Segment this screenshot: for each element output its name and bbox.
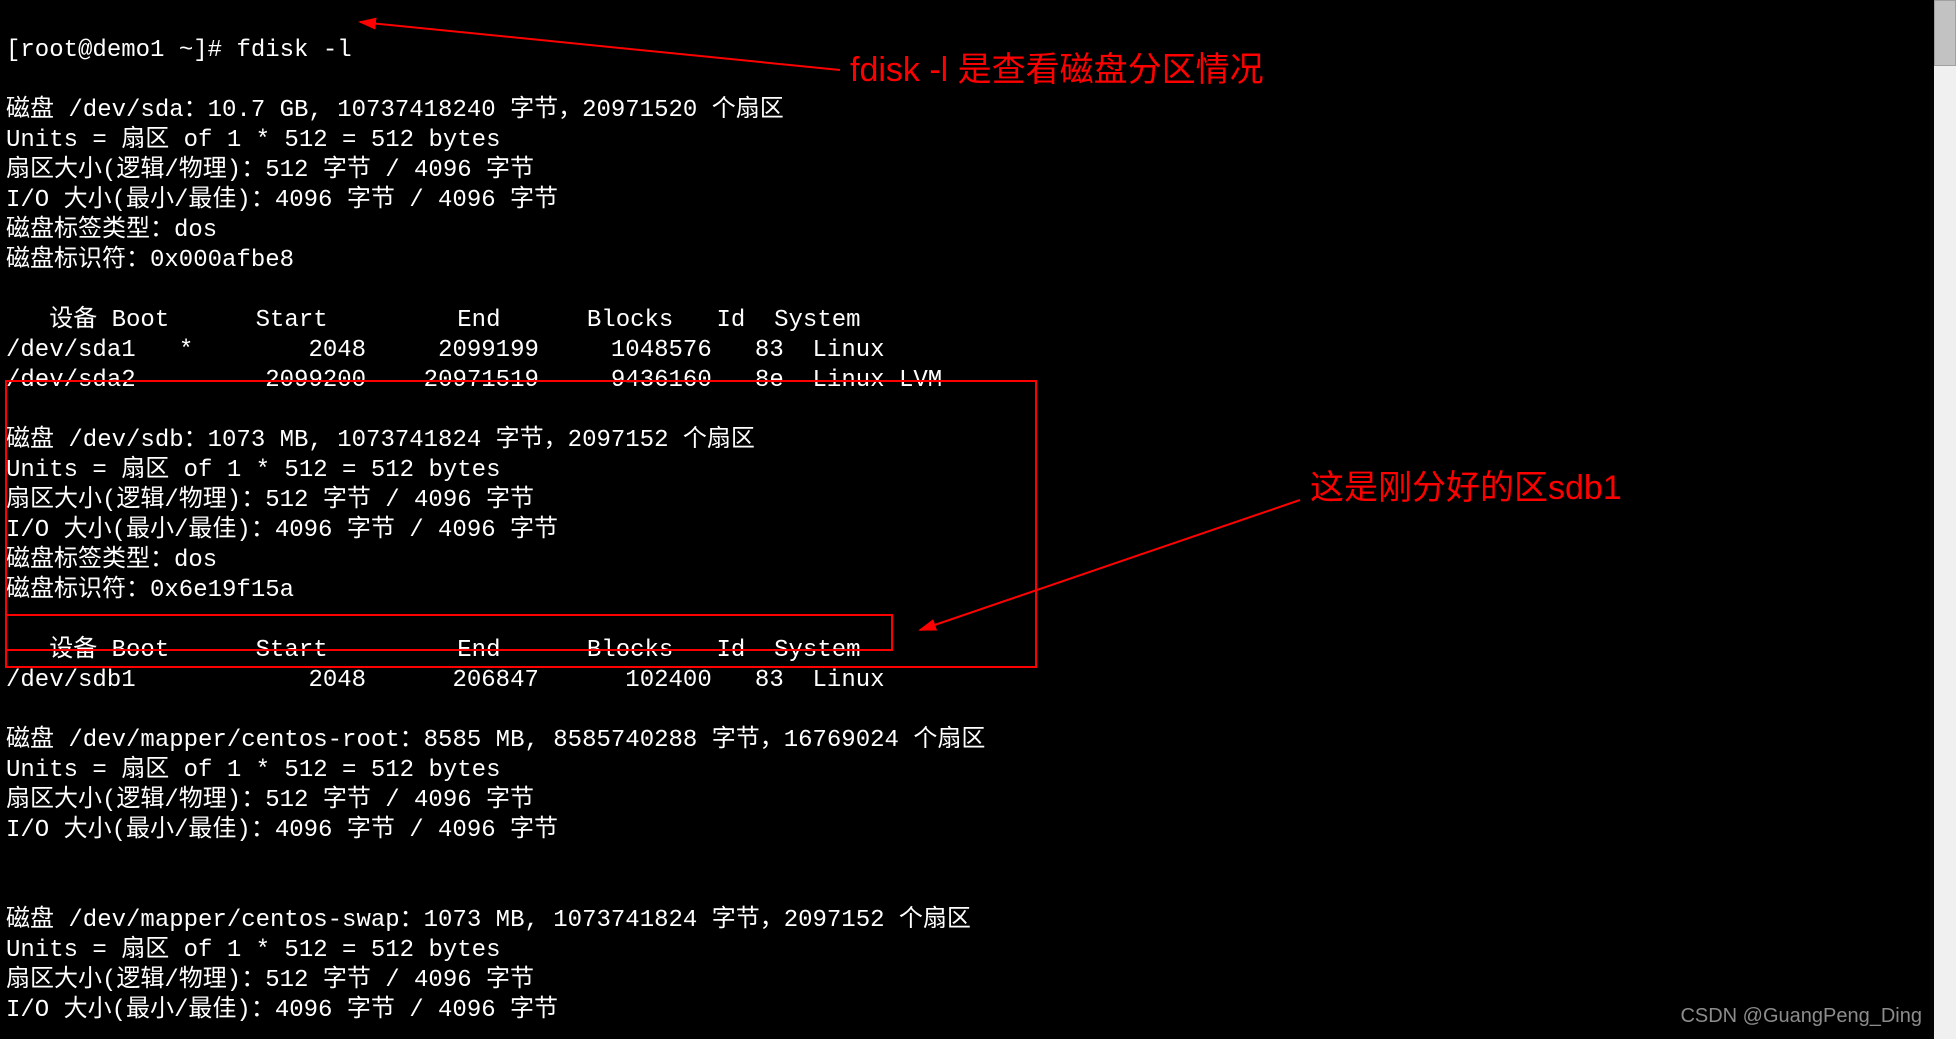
sda-disk-id: 磁盘标识符：0x000afbe8 [6,247,294,274]
mapper-root-header: 磁盘 /dev/mapper/centos-root：8585 MB, 8585… [6,727,985,754]
vertical-scrollbar[interactable] [1934,0,1956,1039]
annotation-text-2: 这是刚分好的区sdb1 [1310,468,1622,508]
mapper-swap-sector-size: 扇区大小(逻辑/物理)：512 字节 / 4096 字节 [6,967,534,994]
sda-row-1: /dev/sda1 * 2048 2099199 1048576 83 Linu… [6,337,885,364]
sda-disk-label: 磁盘标签类型：dos [6,217,217,244]
mapper-swap-header: 磁盘 /dev/mapper/centos-swap：1073 MB, 1073… [6,907,971,934]
sda-header: 磁盘 /dev/sda：10.7 GB, 10737418240 字节，2097… [6,97,784,124]
mapper-swap-units: Units = 扇区 of 1 * 512 = 512 bytes [6,937,500,964]
annotation-arrow-1 [340,10,850,80]
sda-io-size: I/O 大小(最小/最佳)：4096 字节 / 4096 字节 [6,187,558,214]
mapper-root-units: Units = 扇区 of 1 * 512 = 512 bytes [6,757,500,784]
annotation-text-1: fdisk -l 是查看磁盘分区情况 [850,50,1264,90]
prompt-line-1: [root@demo1 ~]# fdisk -l [6,37,352,64]
mapper-swap-io-size: I/O 大小(最小/最佳)：4096 字节 / 4096 字节 [6,997,558,1024]
sda-table-header: 设备 Boot Start End Blocks Id System [6,307,861,334]
scrollbar-thumb[interactable] [1934,0,1956,66]
sda-units: Units = 扇区 of 1 * 512 = 512 bytes [6,127,500,154]
sda-sector-size: 扇区大小(逻辑/物理)：512 字节 / 4096 字节 [6,157,534,184]
sdb-row-1: /dev/sdb1 2048 206847 102400 83 Linux [6,667,885,694]
watermark-text: CSDN @GuangPeng_Ding [1680,1001,1922,1031]
annotation-box-sdb1-row [5,614,893,651]
mapper-root-sector-size: 扇区大小(逻辑/物理)：512 字节 / 4096 字节 [6,787,534,814]
terminal-window[interactable]: [root@demo1 ~]# fdisk -l 磁盘 /dev/sda：10.… [0,0,1956,1039]
mapper-root-io-size: I/O 大小(最小/最佳)：4096 字节 / 4096 字节 [6,817,558,844]
